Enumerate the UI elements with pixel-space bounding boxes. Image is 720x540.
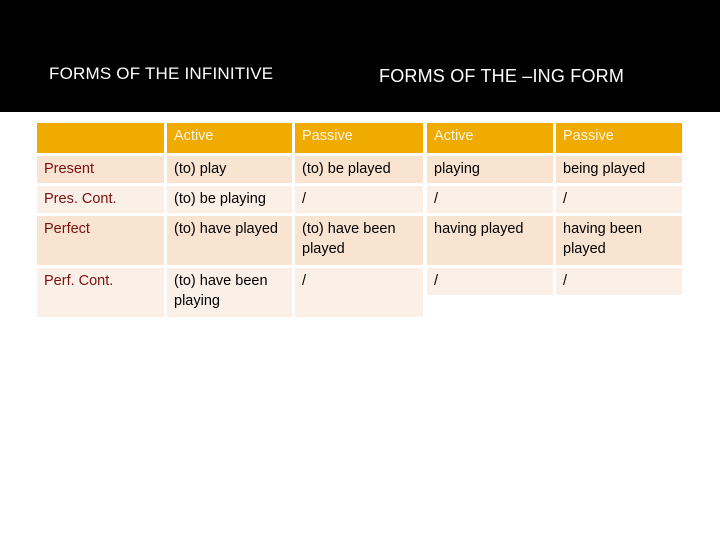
table-row: Present (to) play (to) be played [37, 156, 423, 183]
cell-passive: / [556, 186, 682, 213]
header-cell-blank [37, 123, 164, 153]
cell-active: playing [427, 156, 553, 183]
cell-passive: / [556, 268, 682, 295]
table-row: Perf. Cont. (to) have been playing / [37, 268, 423, 317]
cell-active: (to) have played [167, 216, 292, 265]
cell-active: (to) play [167, 156, 292, 183]
row-label: Perf. Cont. [37, 268, 164, 317]
cell-active: / [427, 186, 553, 213]
table-header-row: Active Passive [427, 123, 682, 153]
table-row: Pres. Cont. (to) be playing / [37, 186, 423, 213]
cell-passive: / [295, 268, 423, 317]
header-cell-passive: Passive [295, 123, 423, 153]
header-cell-active: Active [167, 123, 292, 153]
table-row: having played having been played [427, 216, 682, 265]
table-header-row: Active Passive [37, 123, 423, 153]
table-row: / / [427, 268, 682, 295]
cell-passive: (to) have been played [295, 216, 423, 265]
row-label: Pres. Cont. [37, 186, 164, 213]
row-label: Present [37, 156, 164, 183]
ing-form-table: Active Passive playing being played / / … [424, 120, 685, 298]
cell-passive: (to) be played [295, 156, 423, 183]
cell-active: having played [427, 216, 553, 265]
header-band: FORMS OF THE INFINITIVE FORMS OF THE –IN… [0, 0, 720, 112]
cell-passive: / [295, 186, 423, 213]
cell-active: (to) have been playing [167, 268, 292, 317]
ing-form-title: FORMS OF THE –ING FORM [379, 66, 625, 86]
cell-passive: having been played [556, 216, 682, 265]
table-row: playing being played [427, 156, 682, 183]
infinitive-table: Active Passive Present (to) play (to) be… [34, 120, 426, 320]
row-label: Perfect [37, 216, 164, 265]
cell-active: / [427, 268, 553, 295]
header-cell-passive: Passive [556, 123, 682, 153]
cell-active: (to) be playing [167, 186, 292, 213]
table-row: Perfect (to) have played (to) have been … [37, 216, 423, 265]
infinitive-title: FORMS OF THE INFINITIVE [49, 64, 274, 83]
table-row: / / [427, 186, 682, 213]
cell-passive: being played [556, 156, 682, 183]
header-cell-active: Active [427, 123, 553, 153]
